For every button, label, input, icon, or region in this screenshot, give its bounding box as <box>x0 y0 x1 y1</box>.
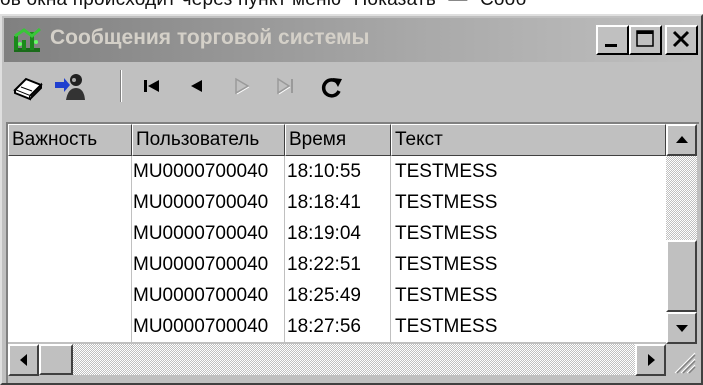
cell-importance <box>11 187 129 218</box>
cell-text: TESTMESS <box>395 192 498 213</box>
table-row[interactable]: MU0000700040 18:25:49 TESTMESS <box>8 280 666 311</box>
book-icon[interactable] <box>12 70 44 102</box>
minimize-icon <box>605 44 617 47</box>
previous-icon[interactable] <box>182 70 214 102</box>
resize-grip[interactable] <box>666 344 697 375</box>
column-header-text[interactable]: Текст <box>391 124 666 156</box>
table-row[interactable]: MU0000700040 18:19:04 TESTMESS <box>8 218 666 249</box>
arrow-up-icon <box>676 136 688 143</box>
cell-text: TESTMESS <box>395 316 498 337</box>
cell-time: 18:10:55 <box>287 161 361 182</box>
traffic-app-icon <box>12 26 42 56</box>
window-title: Сообщения торговой системы <box>50 26 370 49</box>
cell-importance <box>11 156 129 187</box>
cell-importance <box>11 311 129 342</box>
minimize-button[interactable] <box>596 25 629 55</box>
arrow-left-icon <box>20 354 27 366</box>
last-icon <box>270 70 302 102</box>
cell-importance <box>11 280 129 311</box>
table-row[interactable]: MU0000700040 18:18:41 TESTMESS <box>8 187 666 218</box>
table-row[interactable]: MU0000700040 18:27:56 TESTMESS <box>8 311 666 342</box>
user-arrow-icon[interactable] <box>52 70 85 102</box>
messages-window: Сообщения торговой системы Важность Поль… <box>0 14 703 385</box>
table-row[interactable]: MU0000700040 18:10:55 TESTMESS <box>8 156 666 187</box>
table-row[interactable]: MU0000700040 18:22:51 TESTMESS <box>8 249 666 280</box>
horizontal-scrollbar[interactable] <box>8 344 666 376</box>
close-button[interactable] <box>665 25 698 55</box>
cell-importance <box>11 249 129 280</box>
horizontal-scroll-thumb[interactable] <box>39 344 73 375</box>
scroll-down-button[interactable] <box>666 312 697 344</box>
cell-time: 18:25:49 <box>287 285 361 306</box>
column-header-time[interactable]: Время <box>285 124 391 156</box>
toolbar <box>4 66 699 106</box>
close-icon <box>672 30 690 48</box>
background-document-text: ов окна происходит через пункт меню "Пок… <box>0 0 703 11</box>
cell-user: MU0000700040 <box>133 223 269 244</box>
cell-user: MU0000700040 <box>133 285 269 306</box>
cell-time: 18:22:51 <box>287 254 361 275</box>
maximize-icon <box>636 30 654 47</box>
cell-text: TESTMESS <box>395 254 498 275</box>
vertical-scrollbar[interactable] <box>666 124 697 344</box>
refresh-icon[interactable] <box>316 70 348 102</box>
maximize-button[interactable] <box>629 25 662 55</box>
column-header-importance[interactable]: Важность <box>8 124 132 156</box>
cell-time: 18:18:41 <box>287 192 361 213</box>
scroll-up-button[interactable] <box>666 124 697 156</box>
arrow-right-icon <box>648 354 655 366</box>
column-header-user[interactable]: Пользователь <box>132 124 285 156</box>
cell-text: TESTMESS <box>395 161 498 182</box>
cell-user: MU0000700040 <box>133 192 269 213</box>
messages-table-body: MU0000700040 18:10:55 TESTMESS MU0000700… <box>8 156 666 342</box>
scroll-left-button[interactable] <box>8 344 39 376</box>
cell-text: TESTMESS <box>395 285 498 306</box>
next-icon <box>226 70 258 102</box>
first-icon[interactable] <box>138 70 170 102</box>
cell-importance <box>11 218 129 249</box>
cell-user: MU0000700040 <box>133 161 269 182</box>
cell-time: 18:19:04 <box>287 223 361 244</box>
toolbar-separator <box>120 70 122 102</box>
vertical-scroll-thumb[interactable] <box>666 240 697 312</box>
cell-user: MU0000700040 <box>133 254 269 275</box>
scroll-right-button[interactable] <box>635 344 666 376</box>
arrow-down-icon <box>676 325 688 332</box>
cell-text: TESTMESS <box>395 223 498 244</box>
resize-grip-icon <box>674 352 696 374</box>
cell-time: 18:27:56 <box>287 316 361 337</box>
cell-user: MU0000700040 <box>133 316 269 337</box>
title-bar[interactable]: Сообщения торговой системы <box>4 18 699 62</box>
